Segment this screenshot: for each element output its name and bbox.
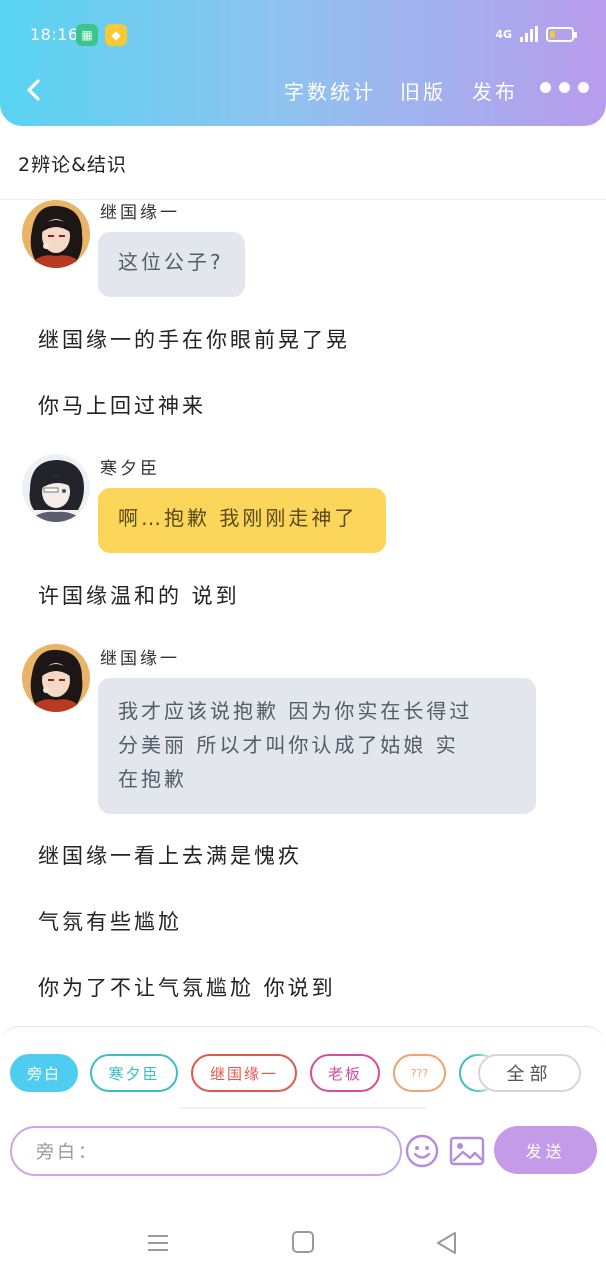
system-nav-bar	[0, 1178, 606, 1280]
role-selector: 旁白 寒夕臣 继国缘一 老板 ??? 全部	[0, 1054, 606, 1094]
speaker-name: 寒夕臣	[100, 459, 160, 479]
narration-text[interactable]: 许国缘温和的 说到	[38, 580, 240, 610]
editor-panel: 旁白 寒夕臣 继国缘一 老板 ??? 全部 旁白： 发送	[0, 1026, 606, 1178]
all-roles-button[interactable]: 全部	[478, 1054, 581, 1092]
status-time: 18:16	[30, 25, 79, 44]
dialogue-bubble[interactable]: 啊…抱歉 我刚刚走神了	[98, 488, 386, 553]
nav-bar: 字数统计 旧版 发布	[0, 68, 606, 112]
diamond-app-icon: ◆	[105, 24, 127, 46]
battery-icon	[546, 26, 577, 42]
avatar[interactable]	[22, 644, 90, 712]
divider	[180, 1107, 426, 1109]
status-bar: 18:16 ▦ ◆ 4G	[0, 20, 606, 54]
home-icon[interactable]	[292, 1231, 314, 1253]
narration-text[interactable]: 气氛有些尴尬	[38, 906, 182, 936]
chapter-title[interactable]: 2辨论&结识	[18, 150, 127, 177]
signal-icon	[520, 26, 538, 42]
dialogue-bubble[interactable]: 这位公子?	[98, 232, 245, 297]
bubble-line: 我才应该说抱歉 因为你实在长得过	[118, 699, 473, 723]
speaker-name: 继国缘一	[100, 203, 180, 223]
header: 18:16 ▦ ◆ 4G 字数统计 旧版 发布	[0, 0, 606, 126]
role-chip[interactable]: 寒夕臣	[90, 1054, 178, 1092]
input-row: 旁白： 发送	[0, 1126, 606, 1176]
avatar[interactable]	[22, 454, 90, 522]
calendar-app-icon: ▦	[76, 24, 98, 46]
narration-text[interactable]: 你为了不让气氛尴尬 你说到	[38, 972, 336, 1002]
avatar[interactable]	[22, 200, 90, 268]
narration-text[interactable]: 继国缘一看上去满是愧疚	[38, 840, 302, 870]
image-icon[interactable]	[449, 1135, 485, 1167]
network-label: 4G	[495, 27, 512, 41]
word-count-button[interactable]: 字数统计	[284, 76, 376, 105]
chevron-left-icon[interactable]	[18, 74, 50, 106]
battery-level	[550, 30, 555, 38]
bubble-line: 在抱歉	[118, 767, 187, 791]
narration-text[interactable]: 继国缘一的手在你眼前晃了晃	[38, 324, 350, 354]
bubble-line: 分美丽 所以才叫你认成了姑娘 实	[118, 733, 459, 757]
role-chip[interactable]: ???	[393, 1054, 446, 1092]
more-dots-icon[interactable]	[540, 82, 589, 93]
story-content[interactable]: 继国缘一 这位公子? 继国缘一的手在你眼前晃了晃 你马上回过神来 寒夕臣 啊…抱…	[0, 200, 606, 1026]
dialogue-bubble[interactable]: 我才应该说抱歉 因为你实在长得过 分美丽 所以才叫你认成了姑娘 实 在抱歉	[98, 678, 536, 814]
role-chip[interactable]: 继国缘一	[191, 1054, 297, 1092]
narration-text[interactable]: 你马上回过神来	[38, 390, 206, 420]
status-indicators: 4G	[495, 26, 577, 42]
role-chip-narrator[interactable]: 旁白	[10, 1054, 78, 1092]
role-chip[interactable]: 老板	[310, 1054, 380, 1092]
old-version-button[interactable]: 旧版	[400, 76, 446, 105]
menu-icon[interactable]	[146, 1233, 170, 1253]
back-triangle-icon[interactable]	[434, 1230, 458, 1256]
emoji-icon[interactable]	[405, 1134, 439, 1168]
speaker-name: 继国缘一	[100, 649, 180, 669]
message-input[interactable]: 旁白：	[10, 1126, 402, 1176]
publish-button[interactable]: 发布	[472, 76, 518, 105]
send-button[interactable]: 发送	[494, 1126, 597, 1174]
